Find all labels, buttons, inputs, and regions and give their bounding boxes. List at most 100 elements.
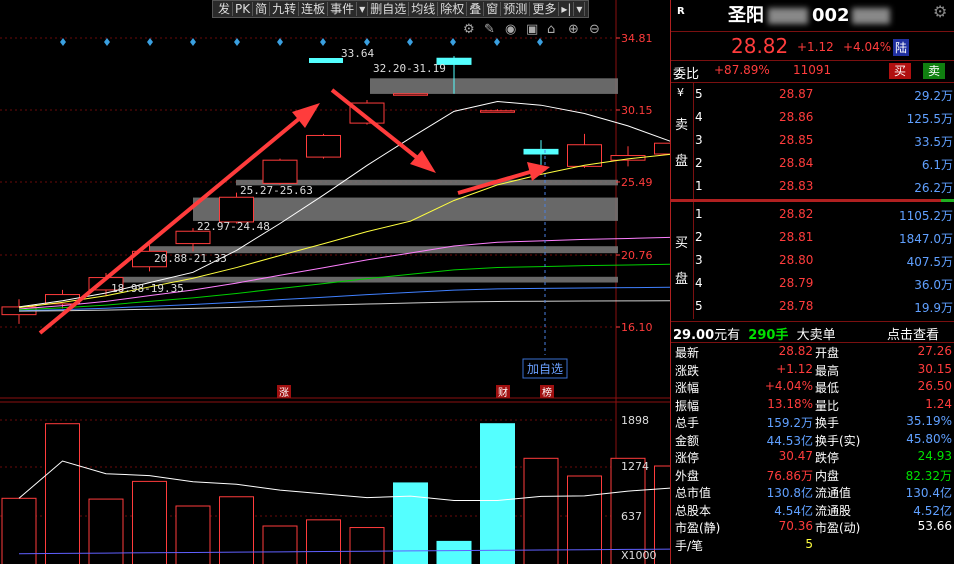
volume-bar	[349, 527, 385, 564]
order-level: 3	[695, 253, 703, 267]
r-badge: R	[677, 6, 685, 17]
kline-chart[interactable]: 34.81 30.15 25.49 20.76 16.10 1898 1274 637 X10…	[0, 0, 670, 564]
order-row[interactable]: 4 28.79 36.0万	[693, 274, 954, 294]
stat-cell: 换手	[815, 416, 840, 430]
annotation-gap1: 32.20-31.19	[373, 62, 446, 75]
volume-bar	[132, 480, 167, 564]
order-volume: 125.5万	[906, 112, 953, 126]
toolbar-btn-4[interactable]: 连板	[299, 2, 329, 16]
order-volume: 33.5万	[914, 135, 953, 149]
order-row[interactable]: 2 28.81 1847.0万	[693, 228, 954, 248]
toolbar-btn-11[interactable]: 窗	[484, 2, 502, 16]
price-change: +1.12	[797, 40, 834, 54]
annotation-gap2: 25.27-25.63	[240, 184, 313, 197]
annotation-high: 33.64	[341, 47, 374, 60]
stat-cell: 量比	[815, 398, 840, 413]
buy-side-label: 买 盘	[671, 202, 694, 319]
stat-cell: 82.32万	[905, 468, 952, 483]
order-row[interactable]: 5 28.87 29.2万	[693, 85, 954, 105]
toolbar-btn-10[interactable]: 叠	[467, 2, 485, 16]
candle-body	[654, 142, 670, 155]
volume-tick-label: 1898	[621, 414, 649, 427]
order-row[interactable]: 4 28.86 125.5万	[693, 108, 954, 128]
toolbar-btn-5[interactable]: 事件	[328, 2, 358, 16]
toolbar-btn-1[interactable]: PK	[233, 2, 254, 16]
toolbar-btn-2[interactable]: 简	[253, 2, 271, 16]
order-price: 28.79	[779, 276, 814, 290]
buy-button[interactable]: 买	[889, 63, 912, 79]
toolbar-btn-9[interactable]: 除权	[438, 2, 468, 16]
settings-icon[interactable]: ⚙	[933, 2, 947, 21]
stat-cell: 内盘	[815, 468, 840, 483]
big-order-link[interactable]: 点击查看	[887, 324, 939, 343]
add-watch-label: 加自选	[527, 362, 563, 376]
order-price: 28.83	[779, 179, 814, 193]
annotation-gap5: 18.98-19.35	[111, 282, 184, 295]
volume-bar	[1, 497, 37, 564]
volume-tick-label: 637	[621, 510, 642, 523]
candle-body	[219, 196, 254, 223]
toolbar-btn-15[interactable]: ▾	[574, 2, 586, 16]
capture-icon[interactable]: ▣	[526, 22, 538, 37]
settings-icon[interactable]: ⚙	[463, 22, 475, 37]
toolbar-btn-13[interactable]: 更多	[530, 2, 560, 16]
quote-panel: R 圣阳 002 ⚙ 28.82 +1.12 +4.04% 陆 委比 +87.89…	[670, 0, 954, 564]
volume-bar	[45, 423, 80, 564]
eye-icon[interactable]: ◉	[505, 22, 516, 37]
stat-cell: 30.47	[778, 449, 813, 463]
stat-cell: 涨跌	[675, 363, 700, 378]
toolbar-btn-6[interactable]: ▾	[357, 2, 369, 16]
weibi-ratio: +87.89%	[714, 63, 770, 77]
last-price: 28.82	[731, 34, 789, 58]
zoom-in-icon[interactable]: ⊕	[568, 22, 579, 37]
gap-zone	[193, 197, 618, 221]
zoom-out-icon[interactable]: ⊖	[589, 22, 600, 37]
order-price: 28.82	[779, 207, 814, 221]
order-row[interactable]: 2 28.84 6.1万	[693, 154, 954, 174]
order-price: 28.80	[779, 253, 814, 267]
stat-cell: 70.36	[778, 519, 813, 533]
stat-cell: 跌停	[815, 451, 840, 465]
stat-cell: 总手	[675, 416, 700, 430]
volume-bar	[523, 457, 559, 564]
price-tick-label: 20.76	[621, 249, 653, 262]
brush-icon[interactable]: ✎	[484, 22, 495, 37]
toolbar-btn-0[interactable]: 发	[216, 2, 234, 16]
sell-side-label: ¥ 卖 盘	[671, 82, 694, 199]
order-row[interactable]: 1 28.83 26.2万	[693, 177, 954, 197]
candle-body	[393, 93, 428, 96]
order-level: 4	[695, 276, 703, 290]
price-tick-label: 34.81	[621, 32, 653, 45]
toolbar-btn-8[interactable]: 均线	[409, 2, 439, 16]
price-pct: +4.04%	[843, 40, 892, 54]
stock-name: 圣阳 002	[728, 1, 890, 27]
volume-bar	[567, 475, 602, 564]
stat-cell: 换手(实)	[815, 433, 861, 448]
order-volume: 36.0万	[914, 278, 953, 292]
sell-button[interactable]: 卖	[923, 63, 946, 79]
order-level: 1	[695, 207, 703, 221]
stat-cell: 流通值	[815, 486, 852, 500]
add-watch-button[interactable]: 加自选	[522, 358, 568, 379]
toolbar-btn-7[interactable]: 删自选	[368, 2, 410, 16]
order-row[interactable]: 3 28.85 33.5万	[693, 131, 954, 151]
toolbar-btn-14[interactable]: ▸|	[559, 2, 575, 16]
price-tick-label: 30.15	[621, 104, 653, 117]
big-order-notice: 29.00元有 290手 大卖单	[673, 328, 836, 343]
stat-cell: 总市值	[675, 486, 712, 500]
toolbar-btn-12[interactable]: 预测	[501, 2, 531, 16]
order-row[interactable]: 1 28.82 1105.2万	[693, 205, 954, 225]
stat-cell: 5	[805, 536, 813, 551]
candle-body	[262, 159, 298, 184]
date-marker-label: 涨	[279, 387, 289, 399]
order-row[interactable]: 3 28.80 407.5万	[693, 251, 954, 271]
name-redaction	[768, 8, 808, 24]
volume-bar	[175, 505, 211, 564]
stat-cell: 35.19%	[906, 414, 952, 428]
order-row[interactable]: 5 28.78 19.9万	[693, 297, 954, 317]
chart-toolbar[interactable]: 发 PK 简九转 连板 事件 ▾ 删自选 均线 除权叠窗预测 更多 ▸| ▾	[212, 0, 590, 18]
lu-badge: 陆	[893, 39, 910, 56]
order-price: 28.87	[779, 87, 814, 101]
lock-icon[interactable]: ⌂	[547, 22, 555, 37]
toolbar-btn-3[interactable]: 九转	[270, 2, 300, 16]
